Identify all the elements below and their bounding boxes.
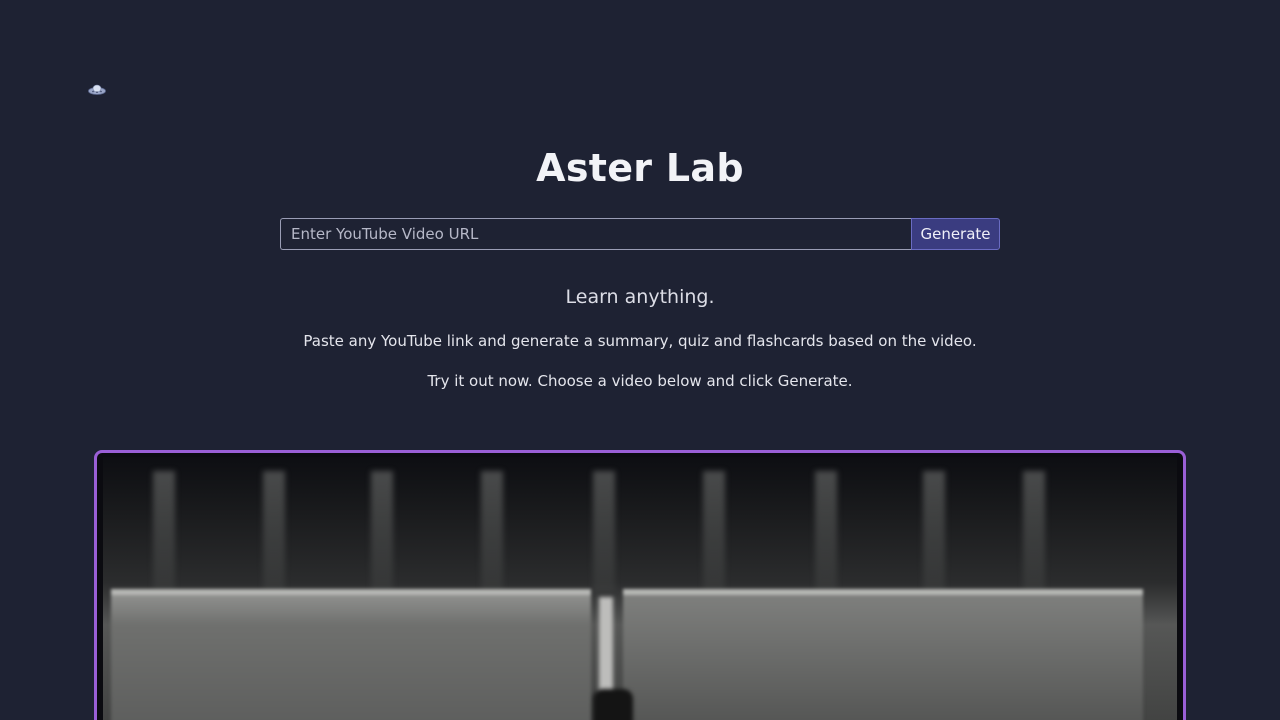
description-text: Paste any YouTube link and generate a su… <box>303 332 977 350</box>
video-player[interactable] <box>94 450 1186 720</box>
video-thumbnail[interactable] <box>103 457 1177 720</box>
generate-button[interactable]: Generate <box>911 218 1000 250</box>
page: Aster Lab Generate Learn anything. Paste… <box>0 0 1280 720</box>
page-title: Aster Lab <box>536 146 744 190</box>
call-to-action-text: Try it out now. Choose a video below and… <box>427 372 853 390</box>
youtube-url-input[interactable] <box>280 218 911 250</box>
url-search-bar: Generate <box>280 218 1000 250</box>
tagline: Learn anything. <box>565 286 715 308</box>
ufo-icon[interactable] <box>88 82 106 96</box>
